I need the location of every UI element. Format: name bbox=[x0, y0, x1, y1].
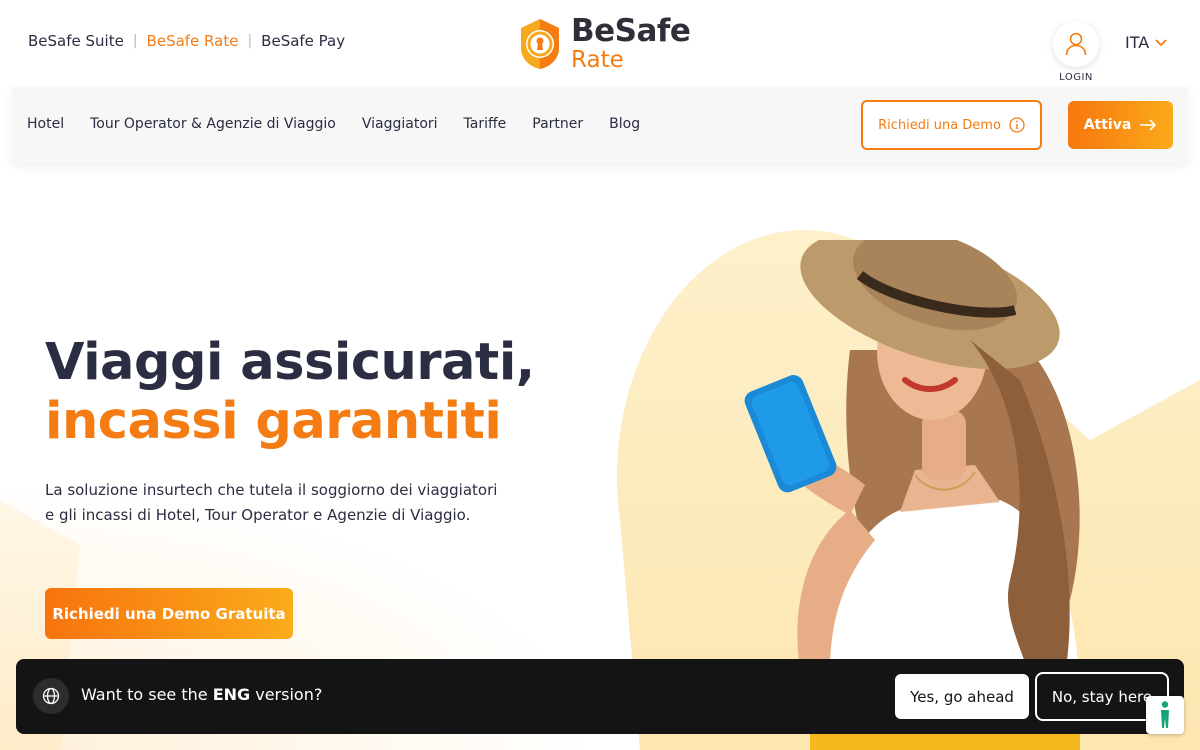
request-free-demo-button[interactable]: Richiedi una Demo Gratuita bbox=[45, 588, 293, 639]
hero-description: La soluzione insurtech che tutela il sog… bbox=[45, 481, 498, 524]
language-selector[interactable]: ITA bbox=[1125, 33, 1167, 52]
separator: | bbox=[132, 33, 138, 49]
suite-link-besafe-rate[interactable]: BeSafe Rate bbox=[147, 32, 239, 50]
banner-message: Want to see the ENG version? bbox=[81, 685, 322, 704]
accessibility-icon bbox=[1161, 701, 1169, 728]
suite-link-besafe-pay[interactable]: BeSafe Pay bbox=[261, 32, 345, 50]
hero-title-line-2: incassi garantiti bbox=[45, 392, 502, 451]
top-header: BeSafe Suite | BeSafe Rate | BeSafe Pay … bbox=[12, 0, 1188, 87]
activate-button[interactable]: Attiva bbox=[1068, 101, 1173, 149]
arrow-right-icon bbox=[1140, 119, 1157, 131]
info-icon bbox=[1009, 117, 1025, 133]
hero-title-line-1: Viaggi assicurati, bbox=[45, 333, 535, 392]
nav-item-blog[interactable]: Blog bbox=[609, 116, 640, 132]
nav-item-tour-operator[interactable]: Tour Operator & Agenzie di Viaggio bbox=[90, 116, 336, 132]
nav-item-tariffe[interactable]: Tariffe bbox=[464, 116, 507, 132]
nav-item-partner[interactable]: Partner bbox=[532, 116, 583, 132]
activate-label: Attiva bbox=[1083, 117, 1132, 133]
language-suggestion-banner: Want to see the ENG version? Yes, go ahe… bbox=[16, 659, 1184, 734]
nav-item-hotel[interactable]: Hotel bbox=[27, 116, 64, 132]
besafe-rate-logo[interactable]: BeSafe Rate bbox=[517, 13, 691, 73]
nav-item-viaggiatori[interactable]: Viaggiatori bbox=[362, 116, 438, 132]
banner-text-lang: ENG bbox=[212, 685, 251, 704]
accessibility-button[interactable] bbox=[1146, 696, 1184, 734]
request-demo-label: Richiedi una Demo bbox=[878, 117, 1001, 133]
request-demo-button[interactable]: Richiedi una Demo bbox=[861, 100, 1042, 150]
banner-text-start: Want to see the bbox=[81, 685, 213, 704]
suite-link-besafe-suite[interactable]: BeSafe Suite bbox=[28, 32, 124, 50]
globe-icon bbox=[33, 678, 69, 714]
hero-title: Viaggi assicurati, incassi garantiti bbox=[45, 333, 535, 451]
chevron-down-icon bbox=[1155, 38, 1167, 46]
banner-text-end: version? bbox=[250, 685, 323, 704]
login-label: LOGIN bbox=[1059, 72, 1093, 83]
user-icon bbox=[1065, 32, 1087, 56]
logo-text-besafe: BeSafe bbox=[571, 13, 691, 49]
login-avatar bbox=[1053, 21, 1099, 67]
suite-nav: BeSafe Suite | BeSafe Rate | BeSafe Pay bbox=[28, 32, 345, 50]
main-nav: Hotel Tour Operator & Agenzie di Viaggio… bbox=[12, 87, 1188, 163]
login-button[interactable]: LOGIN bbox=[1053, 21, 1099, 83]
separator: | bbox=[247, 33, 253, 49]
logo-text-rate: Rate bbox=[571, 47, 624, 73]
language-value: ITA bbox=[1125, 33, 1150, 52]
shield-keyhole-icon bbox=[521, 19, 559, 69]
switch-language-yes-button[interactable]: Yes, go ahead bbox=[895, 674, 1029, 719]
